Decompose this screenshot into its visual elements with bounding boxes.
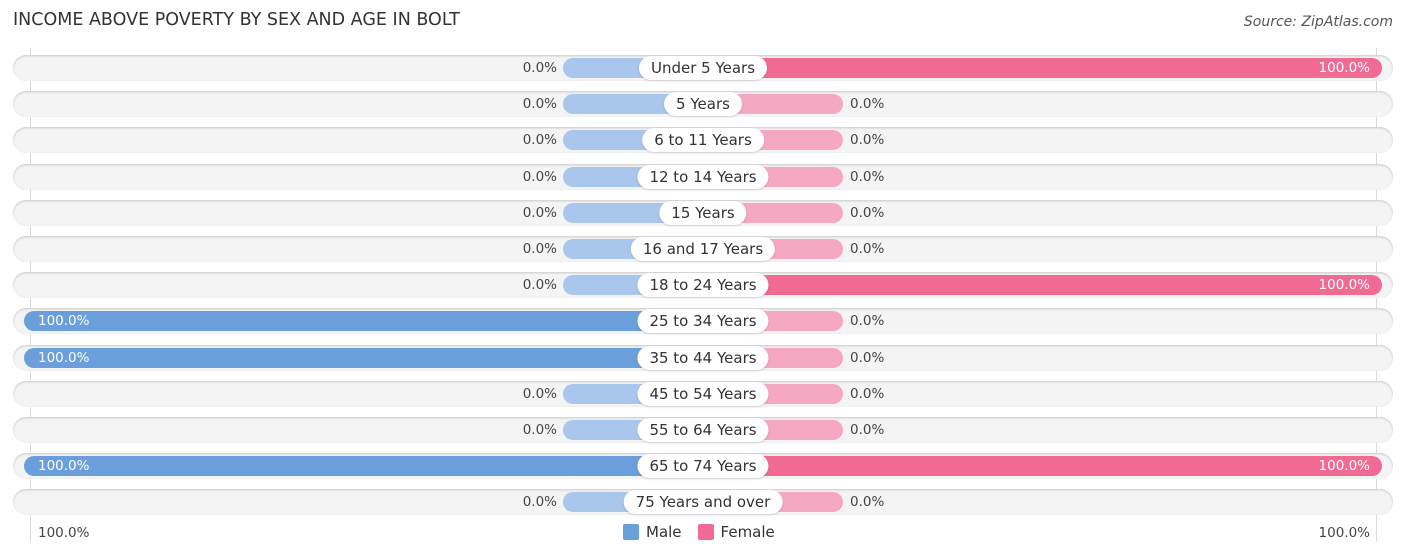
- male-bar: [24, 311, 703, 332]
- female-bar: [703, 456, 1382, 477]
- male-value-label: 0.0%: [522, 277, 557, 294]
- legend: Male Female: [623, 523, 791, 541]
- female-value-label: 0.0%: [850, 241, 885, 257]
- female-value-label: 100.0%: [1318, 60, 1370, 76]
- category-label: 75 Years and over: [623, 490, 783, 515]
- male-value-label: 0.0%: [522, 422, 557, 438]
- category-label: 6 to 11 Years: [642, 128, 764, 153]
- legend-item-male: Male: [623, 523, 682, 541]
- female-bar: [703, 58, 1382, 78]
- male-value-label: 0.0%: [522, 241, 557, 257]
- category-label: 65 to 74 Years: [637, 454, 769, 479]
- axis-label-left: 100.0%: [38, 525, 90, 541]
- male-value-label: 0.0%: [522, 60, 557, 76]
- female-value-label: 0.0%: [850, 422, 885, 438]
- female-value-label: 0.0%: [850, 313, 885, 330]
- legend-label-male: Male: [646, 523, 682, 541]
- axis-label-right: 100.0%: [1318, 525, 1370, 541]
- male-value-label: 0.0%: [522, 168, 557, 185]
- male-value-label: 0.0%: [522, 204, 557, 221]
- male-value-label: 0.0%: [522, 96, 557, 113]
- female-value-label: 100.0%: [1318, 458, 1370, 475]
- male-swatch: [623, 524, 639, 540]
- female-value-label: 0.0%: [850, 349, 885, 366]
- female-value-label: 0.0%: [850, 494, 885, 511]
- category-label: 15 Years: [659, 200, 747, 225]
- category-label: 12 to 14 Years: [637, 164, 769, 189]
- male-bar: [24, 456, 703, 477]
- female-value-label: 0.0%: [850, 204, 885, 221]
- category-label: 25 to 34 Years: [637, 309, 769, 334]
- category-label: Under 5 Years: [638, 56, 768, 80]
- category-label: 45 to 54 Years: [637, 381, 769, 406]
- legend-item-female: Female: [697, 523, 775, 541]
- male-value-label: 0.0%: [522, 494, 557, 511]
- female-value-label: 0.0%: [850, 132, 885, 149]
- male-bar: [24, 347, 703, 368]
- male-value-label: 0.0%: [522, 385, 557, 402]
- category-label: 35 to 44 Years: [637, 345, 769, 370]
- female-value-label: 0.0%: [850, 96, 885, 113]
- male-value-label: 0.0%: [522, 132, 557, 149]
- category-label: 55 to 64 Years: [637, 418, 769, 442]
- female-bar: [703, 275, 1382, 296]
- category-label: 16 and 17 Years: [630, 237, 776, 261]
- male-value-label: 100.0%: [38, 458, 90, 475]
- female-swatch: [697, 524, 714, 540]
- category-label: 5 Years: [664, 92, 742, 117]
- male-value-label: 100.0%: [38, 349, 90, 366]
- source-credit: Source: ZipAtlas.com: [1243, 14, 1393, 30]
- legend-label-female: Female: [720, 523, 775, 541]
- male-value-label: 100.0%: [38, 313, 90, 330]
- category-label: 18 to 24 Years: [637, 273, 769, 298]
- female-value-label: 0.0%: [850, 168, 885, 185]
- female-value-label: 100.0%: [1318, 277, 1370, 294]
- chart-title: INCOME ABOVE POVERTY BY SEX AND AGE IN B…: [13, 10, 460, 30]
- female-value-label: 0.0%: [850, 385, 885, 402]
